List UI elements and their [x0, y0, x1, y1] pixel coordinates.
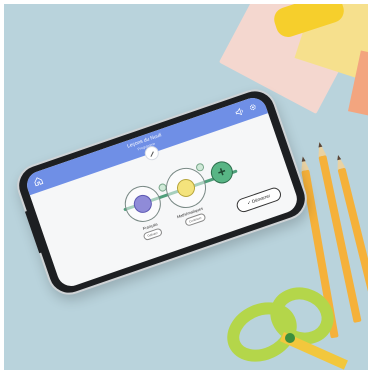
- lesson-node-2-core: [174, 176, 198, 200]
- desk-scene: Leçons du Nuuli Programme + Français Déb…: [4, 4, 368, 370]
- plus-icon: +: [215, 162, 229, 181]
- header-bar: Leçons du Nuuli Programme: [23, 94, 269, 196]
- pencil-icon: [150, 151, 154, 157]
- scissors-icon: [227, 287, 348, 370]
- lesson-node-1-core: [131, 192, 155, 216]
- start-button-label: Démarrer: [251, 193, 271, 205]
- app-screen: Leçons du Nuuli Programme + Français Déb…: [23, 94, 301, 290]
- start-button[interactable]: ✓ Démarrer: [234, 185, 283, 215]
- add-lesson-button[interactable]: +: [207, 158, 236, 187]
- phone: Leçons du Nuuli Programme + Français Déb…: [11, 83, 313, 301]
- lesson-node-2[interactable]: [160, 162, 212, 214]
